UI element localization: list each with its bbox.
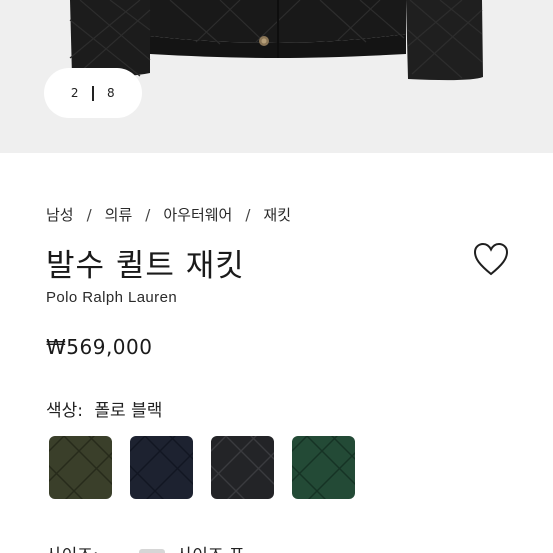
product-title: 발수 퀼트 재킷 [46, 248, 245, 284]
color-swatch-olive[interactable] [49, 436, 112, 499]
breadcrumb-separator: / [86, 205, 92, 224]
gallery-pager: 2 8 [44, 68, 142, 118]
color-swatches [49, 436, 373, 499]
breadcrumb-item-outerwear[interactable]: 아우터웨어 [163, 204, 232, 225]
color-swatch-green[interactable] [292, 436, 355, 499]
ruler-icon [138, 548, 165, 553]
breadcrumb: 남성 / 의류 / 아우터웨어 / 재킷 [46, 204, 291, 225]
color-swatch-navy[interactable] [130, 436, 193, 499]
color-selection: 색상: 폴로 블랙 [46, 396, 162, 421]
size-guide-link[interactable]: 사이즈 표 [177, 541, 245, 553]
size-selection: 사이즈: 사이즈 표 [46, 541, 245, 553]
pager-divider [92, 85, 94, 101]
heart-icon[interactable] [472, 241, 510, 277]
breadcrumb-item-jackets[interactable]: 재킷 [263, 204, 291, 225]
product-brand[interactable]: Polo Ralph Lauren [46, 289, 177, 306]
size-label: 사이즈: [46, 541, 99, 553]
color-swatch-black[interactable] [211, 436, 274, 499]
breadcrumb-separator: / [145, 205, 151, 224]
breadcrumb-separator: / [245, 205, 251, 224]
product-image-gallery[interactable]: 2 8 [0, 0, 553, 153]
color-label: 색상: [46, 401, 84, 421]
pager-total: 8 [107, 86, 116, 100]
pager-current: 2 [70, 86, 79, 100]
breadcrumb-item-men[interactable]: 남성 [46, 204, 74, 225]
breadcrumb-item-clothing[interactable]: 의류 [105, 204, 133, 225]
product-price: ₩569,000 [46, 335, 153, 359]
selected-color: 폴로 블랙 [94, 401, 163, 421]
